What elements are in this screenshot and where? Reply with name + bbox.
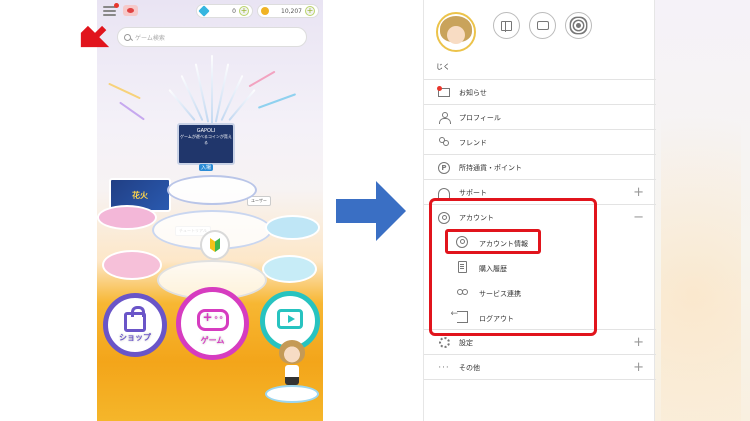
side-platform bbox=[262, 255, 317, 283]
menu-label: その他 bbox=[459, 363, 480, 372]
menu-label: 所持通貨・ポイント bbox=[459, 163, 522, 172]
chat-icon bbox=[536, 21, 549, 30]
gem-icon bbox=[198, 5, 210, 17]
divider bbox=[424, 379, 656, 380]
menu-label: プロフィール bbox=[459, 113, 501, 122]
gear-icon bbox=[438, 337, 450, 348]
gem-value: 0 bbox=[232, 7, 236, 15]
game-home-screen: 0 + 10,207 + ゲーム検索 GAPOLI ゲームが遊べるコインが貰える… bbox=[97, 0, 323, 421]
background-blur bbox=[655, 0, 750, 421]
radio-icon bbox=[576, 23, 581, 28]
gift-button[interactable] bbox=[493, 12, 520, 39]
eye-icon[interactable] bbox=[123, 5, 138, 16]
avatar[interactable] bbox=[436, 12, 476, 52]
expand-icon[interactable]: + bbox=[633, 361, 644, 374]
side-platform bbox=[102, 250, 162, 280]
avatar-character[interactable] bbox=[277, 340, 307, 390]
game-button[interactable]: ゲーム bbox=[176, 287, 249, 360]
decoration bbox=[108, 82, 141, 100]
search-placeholder: ゲーム検索 bbox=[135, 34, 165, 42]
search-icon bbox=[124, 33, 131, 41]
account-info-highlight bbox=[445, 229, 541, 254]
shopping-bag-icon bbox=[124, 306, 146, 332]
blue-arrow-annotation bbox=[336, 181, 406, 241]
side-platform bbox=[265, 215, 320, 240]
banner-headline: ゲームが遊べるコインが貰える bbox=[180, 134, 232, 145]
tv-icon bbox=[277, 309, 303, 329]
menu-item-profile[interactable]: プロフィール bbox=[424, 105, 656, 130]
collapse-icon[interactable]: − bbox=[633, 211, 644, 224]
promo-banner[interactable]: GAPOLI ゲームが遊べるコインが貰える 入場 bbox=[177, 123, 235, 171]
menu-item-news[interactable]: お知らせ bbox=[424, 80, 656, 105]
friends-icon bbox=[438, 137, 450, 148]
headset-icon bbox=[438, 187, 450, 198]
notification-dot bbox=[114, 3, 119, 8]
menu-item-friends[interactable]: フレンド bbox=[424, 130, 656, 155]
red-arrow-annotation bbox=[80, 25, 110, 48]
beginner-mark-icon[interactable] bbox=[200, 230, 230, 260]
central-platform bbox=[167, 175, 257, 205]
shop-label: ショップ bbox=[119, 333, 151, 342]
person-icon bbox=[439, 112, 451, 124]
account-section-highlight bbox=[429, 198, 597, 336]
decoration bbox=[119, 101, 145, 121]
plus-icon[interactable]: + bbox=[305, 6, 315, 16]
menu-item-other[interactable]: ··· その他 + bbox=[424, 355, 656, 380]
gem-counter: 0 + bbox=[196, 4, 253, 18]
chat-button[interactable] bbox=[529, 12, 556, 39]
game-label: ゲーム bbox=[200, 336, 225, 345]
plus-icon[interactable]: + bbox=[239, 6, 249, 16]
radio-button[interactable] bbox=[565, 12, 592, 39]
search-input[interactable]: ゲーム検索 bbox=[117, 27, 307, 47]
top-bar: 0 + 10,207 + bbox=[97, 0, 323, 22]
points-icon: P bbox=[438, 161, 450, 174]
expand-icon[interactable]: + bbox=[633, 336, 644, 349]
menu-label: サポート bbox=[459, 188, 487, 197]
username: じく bbox=[436, 63, 450, 71]
gift-icon bbox=[501, 20, 512, 32]
menu-item-points[interactable]: P 所持通貨・ポイント bbox=[424, 155, 656, 180]
menu-label: フレンド bbox=[459, 138, 487, 147]
coin-counter: 10,207 + bbox=[257, 4, 319, 18]
game-banner-title: 花火 bbox=[132, 190, 148, 200]
coin-value: 10,207 bbox=[281, 7, 302, 15]
expand-icon[interactable]: + bbox=[633, 186, 644, 199]
mail-icon bbox=[437, 86, 450, 97]
shop-button[interactable]: ショップ bbox=[103, 293, 167, 357]
coin-icon bbox=[261, 7, 269, 15]
menu-label: 設定 bbox=[459, 338, 473, 347]
gamepad-icon bbox=[196, 308, 229, 331]
dots-icon: ··· bbox=[438, 362, 450, 373]
side-platform bbox=[97, 205, 157, 230]
menu-label: お知らせ bbox=[459, 88, 487, 97]
banner-tag: 入場 bbox=[198, 164, 213, 171]
